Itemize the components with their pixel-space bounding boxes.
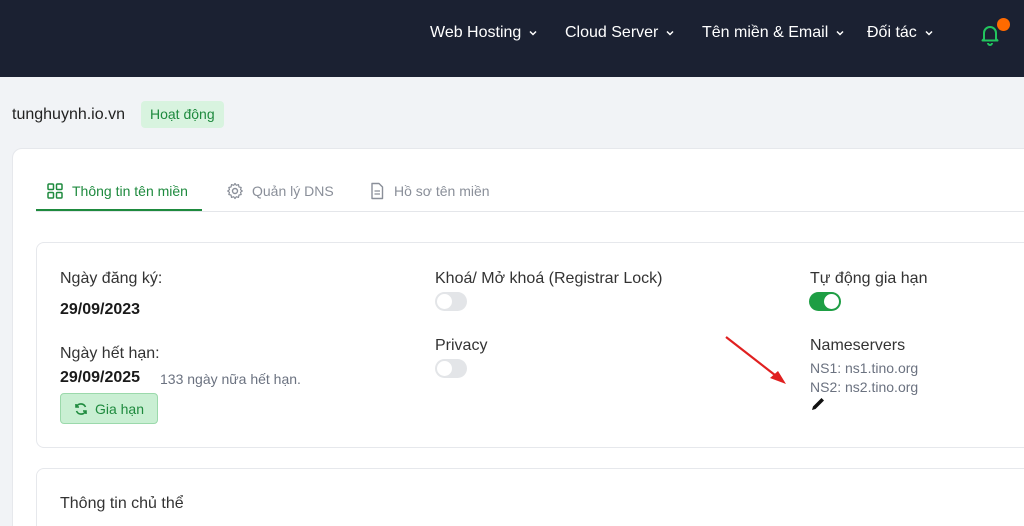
chevron-down-icon <box>925 30 933 36</box>
nav-partners[interactable]: Đối tác <box>867 24 934 42</box>
grid-icon <box>47 183 63 199</box>
tab-domain-info[interactable]: Thông tin tên miền <box>46 182 188 200</box>
tab-domain-profile[interactable]: Hồ sơ tên miền <box>368 182 490 200</box>
tabs-divider <box>36 211 1024 212</box>
nav-cloud-server[interactable]: Cloud Server <box>565 24 675 42</box>
expiry-value: 29/09/2025 <box>60 369 141 386</box>
tab-dns[interactable]: Quản lý DNS <box>226 182 334 200</box>
tab-label: Hồ sơ tên miền <box>394 183 490 199</box>
toggle-knob <box>437 294 452 309</box>
chevron-down-icon <box>836 30 844 36</box>
toggle-knob <box>824 294 839 309</box>
status-badge: Hoạt động <box>141 101 224 128</box>
registrar-lock-toggle[interactable] <box>435 292 467 311</box>
owner-info-panel <box>36 468 1024 526</box>
renew-button[interactable]: Gia hạn <box>60 393 158 424</box>
active-tab-indicator <box>36 209 202 211</box>
owner-info-title: Thông tin chủ thể <box>60 495 184 512</box>
auto-renew-label: Tự động gia hạn <box>810 270 928 287</box>
auto-renew-toggle[interactable] <box>809 292 841 311</box>
registered-value: 29/09/2023 <box>60 301 141 318</box>
registrar-lock-label: Khoá/ Mở khoá (Registrar Lock) <box>435 270 663 287</box>
privacy-toggle[interactable] <box>435 359 467 378</box>
gear-icon <box>227 182 243 200</box>
expiry-note: 133 ngày nữa hết hạn. <box>160 371 301 387</box>
renew-label: Gia hạn <box>94 400 145 417</box>
annotation-arrow-icon <box>725 336 786 384</box>
nav-label: Cloud Server <box>565 24 659 41</box>
expiry-label: Ngày hết hạn: <box>60 345 160 362</box>
chevron-down-icon <box>529 30 537 36</box>
notification-dot <box>997 18 1010 31</box>
nav-web-hosting[interactable]: Web Hosting <box>430 24 538 42</box>
nav-label: Web Hosting <box>430 24 522 41</box>
toggle-knob <box>437 361 452 376</box>
nameserver-1: NS1: ns1.tino.org <box>810 360 919 376</box>
nav-domain-email[interactable]: Tên miền & Email <box>702 24 845 42</box>
refresh-icon <box>75 402 87 415</box>
nav-label: Tên miền & Email <box>702 24 829 41</box>
registered-label: Ngày đăng ký: <box>60 270 163 287</box>
tab-label: Quản lý DNS <box>252 183 334 199</box>
nav-label: Đối tác <box>867 24 917 41</box>
privacy-label: Privacy <box>435 337 488 354</box>
document-icon <box>371 182 384 200</box>
domain-name: tunghuynh.io.vn <box>12 106 125 123</box>
pencil-icon[interactable] <box>810 396 826 412</box>
tab-label: Thông tin tên miền <box>72 183 188 199</box>
nameservers-label: Nameservers <box>810 337 906 354</box>
nameserver-2: NS2: ns2.tino.org <box>810 379 919 395</box>
chevron-down-icon <box>666 30 674 36</box>
